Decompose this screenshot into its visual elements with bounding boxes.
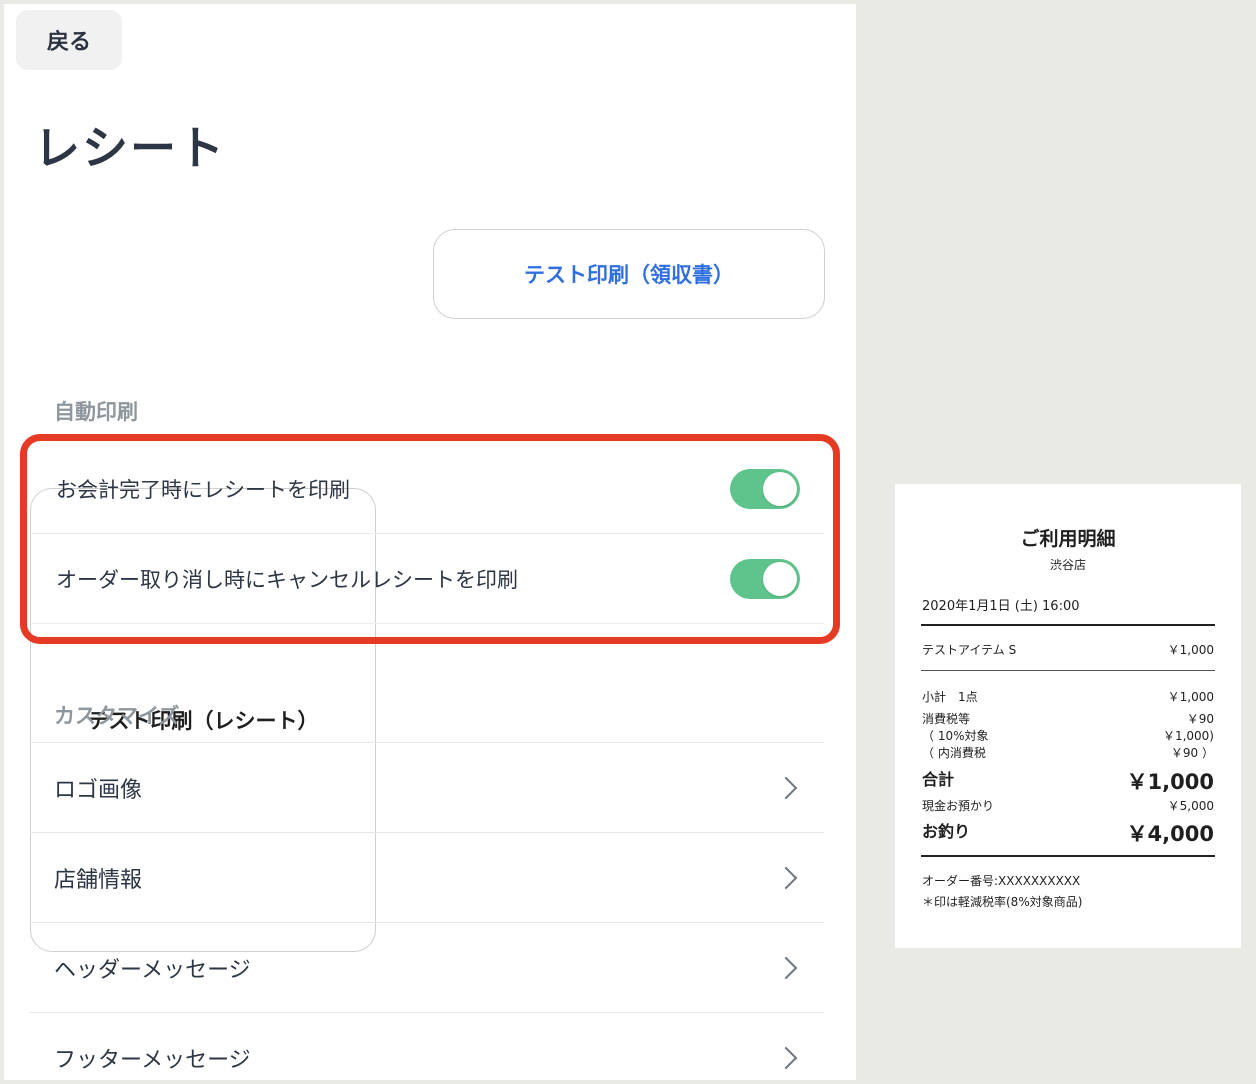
receipt-divider bbox=[921, 670, 1215, 671]
menu-item-store-info[interactable]: 店舗情報 bbox=[30, 832, 824, 922]
page-title: レシート bbox=[34, 121, 226, 175]
menu-item-logo-image[interactable]: ロゴ画像 bbox=[30, 742, 824, 832]
receipt-tax-included-value: ￥90 ） bbox=[1170, 746, 1214, 760]
receipt-note: ＊印は軽減税率(8%対象商品) bbox=[922, 895, 1083, 909]
receipt-cash-label: 現金お預かり bbox=[922, 799, 995, 813]
receipt-tax-included-label: （ 内消費税 bbox=[922, 746, 986, 760]
receipt-total-row: 合計 ￥1,000 bbox=[922, 766, 1214, 796]
receipt-subtotal-label: 小計 1点 bbox=[922, 690, 978, 704]
receipt-store: 渋谷店 bbox=[1049, 558, 1086, 572]
receipt-divider bbox=[921, 624, 1215, 626]
receipt-subtotal-row: 小計 1点 ￥1,000 bbox=[922, 688, 1214, 705]
settings-panel: 戻る レシート テスト印刷（レシート） テスト印刷（領収書） 自動印刷 お会計完… bbox=[4, 4, 856, 1080]
receipt-total-value: ￥1,000 bbox=[1126, 770, 1214, 794]
receipt-tax-included-row: （ 内消費税 ￥90 ） bbox=[922, 744, 1214, 761]
receipt-change-value: ￥4,000 bbox=[1126, 822, 1214, 846]
receipt-change-row: お釣り ￥4,000 bbox=[922, 818, 1214, 848]
menu-item-label: ロゴ画像 bbox=[54, 777, 143, 803]
receipt-datetime: 2020年1月1日 (土) 16:00 bbox=[922, 599, 1080, 614]
receipt-tax-row: 消費税等 ￥90 bbox=[922, 710, 1214, 727]
highlight-annotation bbox=[20, 434, 840, 644]
receipt-change-label: お釣り bbox=[922, 822, 971, 841]
menu-item-label: フッターメッセージ bbox=[54, 1047, 251, 1073]
test-print-invoice-button[interactable]: テスト印刷（領収書） bbox=[433, 229, 825, 319]
chevron-right-icon bbox=[774, 956, 798, 979]
menu-item-label: ヘッダーメッセージ bbox=[54, 957, 251, 983]
menu-item-header-message[interactable]: ヘッダーメッセージ bbox=[30, 922, 824, 1012]
back-button[interactable]: 戻る bbox=[16, 10, 122, 70]
chevron-right-icon bbox=[774, 776, 798, 799]
receipt-item-row: テストアイテム S ￥1,000 bbox=[922, 641, 1214, 658]
receipt-tax-value: ￥90 bbox=[1186, 712, 1214, 726]
section-label-customize: カスタマイズ bbox=[54, 704, 180, 728]
receipt-tax-target-value: ￥1,000) bbox=[1162, 729, 1214, 743]
menu-item-footer-message[interactable]: フッターメッセージ bbox=[30, 1012, 824, 1080]
chevron-right-icon bbox=[774, 1046, 798, 1069]
receipt-subtotal-value: ￥1,000 bbox=[1167, 690, 1214, 704]
receipt-total-label: 合計 bbox=[922, 770, 955, 789]
receipt-item-name: テストアイテム S bbox=[922, 643, 1017, 657]
receipt-tax-label: 消費税等 bbox=[922, 712, 971, 726]
receipt-cash-row: 現金お預かり ￥5,000 bbox=[922, 797, 1214, 814]
receipt-tax-target-label: （ 10%対象 bbox=[922, 729, 989, 743]
screen: 戻る レシート テスト印刷（レシート） テスト印刷（領収書） 自動印刷 お会計完… bbox=[0, 0, 1256, 1084]
receipt-cash-value: ￥5,000 bbox=[1167, 799, 1214, 813]
receipt-tax-target-row: （ 10%対象 ￥1,000) bbox=[922, 727, 1214, 744]
receipt-title: ご利用明細 bbox=[1020, 528, 1116, 550]
menu-item-label: 店舗情報 bbox=[54, 867, 143, 893]
receipt-divider bbox=[921, 855, 1215, 857]
section-label-auto-print: 自動印刷 bbox=[54, 400, 138, 424]
receipt-order-number: オーダー番号:XXXXXXXXXX bbox=[922, 874, 1081, 888]
receipt-item-price: ￥1,000 bbox=[1167, 643, 1214, 657]
receipt-preview: ご利用明細 渋谷店 2020年1月1日 (土) 16:00 テストアイテム S … bbox=[895, 484, 1241, 948]
chevron-right-icon bbox=[774, 866, 798, 889]
